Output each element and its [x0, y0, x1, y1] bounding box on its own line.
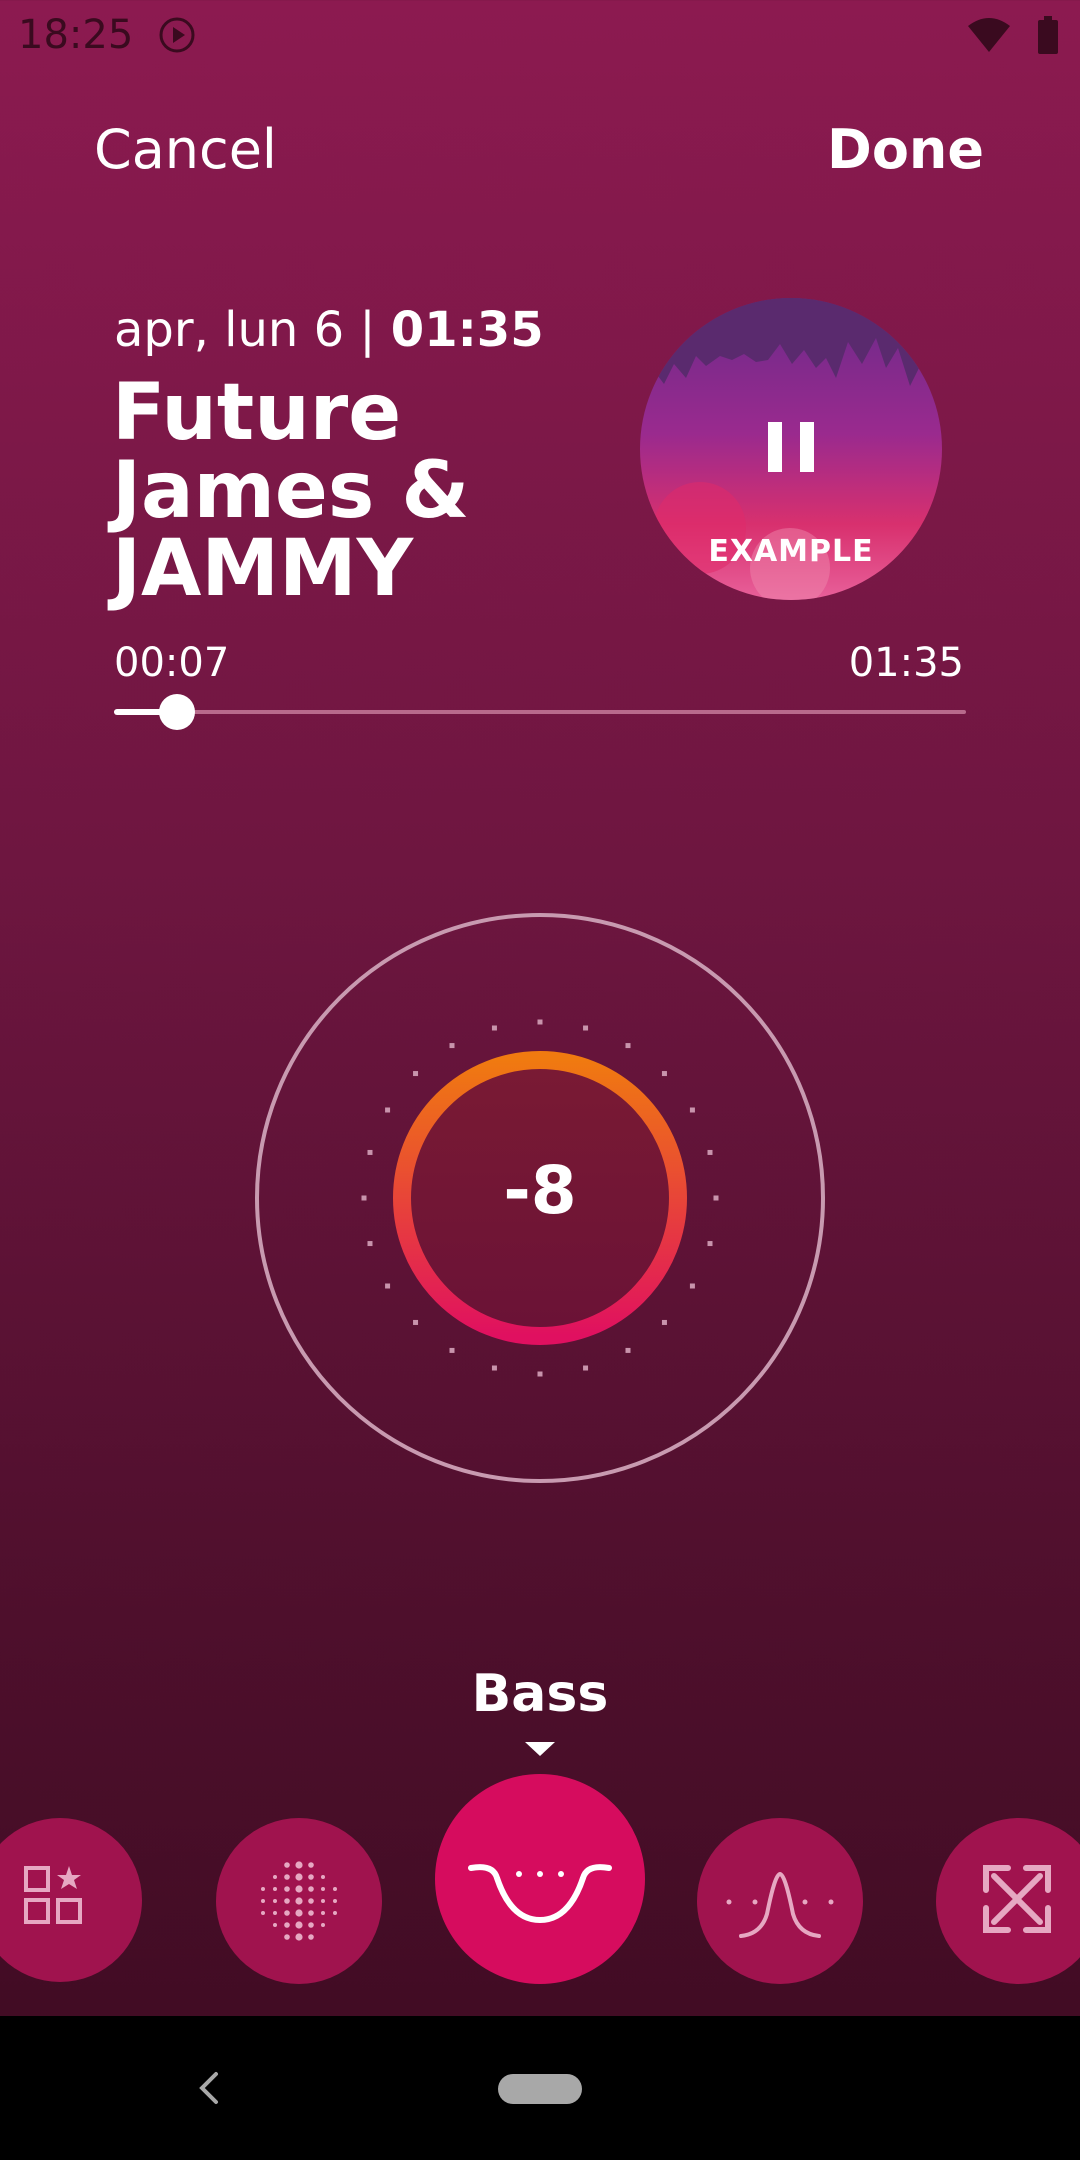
sphere-mode-button[interactable] [216, 1818, 382, 1984]
dial-value: -8 [503, 1152, 577, 1229]
sphere-dot [321, 1875, 325, 1879]
dial-tick [625, 1043, 631, 1049]
duration-label: 01:35 [390, 302, 544, 358]
sphere-dot [295, 1873, 303, 1881]
sphere-dot [308, 1862, 314, 1868]
home-pill-icon[interactable] [498, 2074, 582, 2104]
dot-sphere-icon [261, 1861, 337, 1941]
dial-tick [491, 1025, 497, 1031]
bass-mode-button[interactable] [435, 1774, 645, 1984]
dial-tick [385, 1283, 391, 1289]
total-time: 01:35 [848, 640, 964, 686]
album-label: EXAMPLE [708, 534, 874, 569]
sphere-dot [308, 1910, 314, 1916]
sphere-dot [273, 1899, 277, 1903]
sphere-dot [321, 1887, 325, 1891]
cancel-button[interactable]: Cancel [94, 118, 277, 181]
sphere-dot [333, 1887, 337, 1891]
sphere-dot [308, 1874, 314, 1880]
sphere-dot [308, 1898, 314, 1904]
elapsed-time: 00:07 [114, 640, 230, 686]
mid-peak-curve-icon [726, 1871, 834, 1938]
dial-tick [537, 1019, 543, 1025]
dial-tick [689, 1283, 695, 1289]
sphere-dot [261, 1899, 265, 1903]
dial-tick [661, 1319, 667, 1325]
sphere-dot [295, 1861, 303, 1869]
sphere-dot [273, 1875, 277, 1879]
sphere-dot [308, 1886, 314, 1892]
dial-tick [707, 1241, 713, 1247]
expand-arrows-icon [983, 1865, 1051, 1933]
sphere-dot [295, 1897, 303, 1905]
sphere-dot [321, 1923, 325, 1927]
equalizer-dial[interactable]: -8 [254, 912, 826, 1484]
dial-tick [689, 1107, 695, 1113]
sphere-dot [308, 1934, 314, 1940]
sphere-dot [284, 1910, 290, 1916]
dial-tick [449, 1347, 455, 1353]
dial-tick [367, 1241, 373, 1247]
date-prefix: apr, lun 6 | [114, 302, 391, 358]
back-icon[interactable] [190, 2064, 226, 2112]
sphere-dot [308, 1922, 314, 1928]
sphere-dot [273, 1887, 277, 1891]
dial-tick [583, 1365, 589, 1371]
battery-icon [1038, 16, 1058, 54]
bass-curve-icon [468, 1864, 612, 1924]
sphere-dot [333, 1899, 337, 1903]
sphere-dot [261, 1911, 265, 1915]
recording-date: apr, lun 6 | 01:35 [114, 302, 544, 358]
seek-track [114, 710, 966, 714]
wifi-icon [968, 18, 1010, 52]
play-circle-icon [159, 17, 195, 53]
seek-thumb[interactable] [158, 694, 195, 730]
sphere-dot [295, 1921, 303, 1929]
sphere-dot [295, 1885, 303, 1893]
dial-tick [537, 1371, 543, 1377]
presets-grid-star-icon [24, 1866, 82, 1924]
sphere-dot [273, 1923, 277, 1927]
track-title: Future James & JAMMY [112, 368, 470, 614]
dial-tick [413, 1071, 419, 1077]
caret-down-icon [525, 1742, 555, 1756]
sphere-dot [284, 1862, 290, 1868]
seek-slider[interactable] [114, 694, 966, 730]
dial-tick [385, 1107, 391, 1113]
dial-tick [413, 1319, 419, 1325]
dial-tick [661, 1071, 667, 1077]
expand-mode-button[interactable] [936, 1818, 1080, 1984]
dial-tick [491, 1365, 497, 1371]
sphere-dot [273, 1911, 277, 1915]
dial-tick [449, 1043, 455, 1049]
navigation-bar [0, 2016, 1080, 2160]
dial-tick [583, 1025, 589, 1031]
status-time: 18:25 [18, 12, 134, 58]
sphere-dot [284, 1922, 290, 1928]
mid-mode-button[interactable] [697, 1818, 863, 1984]
sphere-dot [284, 1886, 290, 1892]
presets-button[interactable] [0, 1818, 142, 1982]
sphere-dot [284, 1898, 290, 1904]
dial-tick [625, 1347, 631, 1353]
status-bar: 18:25 [0, 0, 1080, 70]
sphere-dot [333, 1911, 337, 1915]
done-button[interactable]: Done [827, 118, 984, 181]
sphere-dot [321, 1911, 325, 1915]
sphere-dot [295, 1909, 303, 1917]
sphere-dot [261, 1887, 265, 1891]
sphere-dot [295, 1933, 303, 1941]
sphere-dot [284, 1874, 290, 1880]
mode-label: Bass [471, 1664, 609, 1724]
album-play-pause-button[interactable]: EXAMPLE [640, 298, 942, 600]
sphere-dot [284, 1934, 290, 1940]
sphere-dot [321, 1899, 325, 1903]
